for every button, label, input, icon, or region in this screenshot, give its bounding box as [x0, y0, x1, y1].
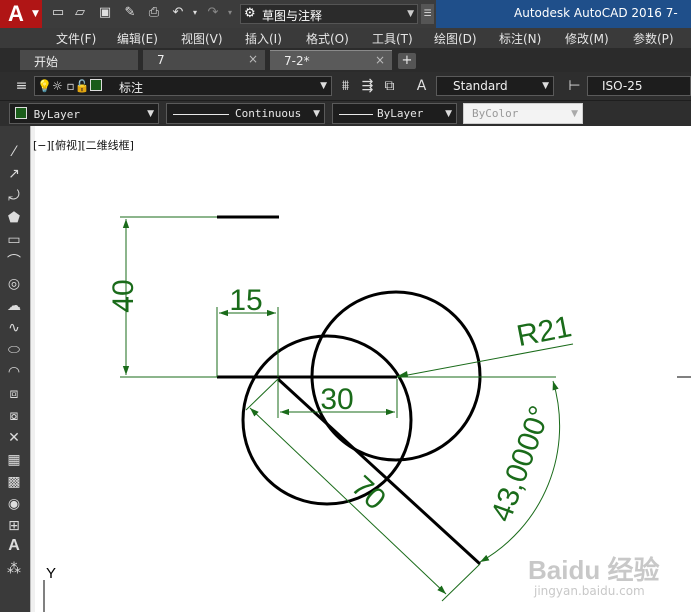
drawing-svg: 40 15 30 70 R21 43,0000° Y	[43, 215, 691, 612]
dim-text-angle: 43,0000°	[485, 402, 557, 526]
dim-text-30: 30	[320, 383, 353, 416]
dim-text-15: 15	[229, 284, 262, 317]
radius-leader	[396, 343, 574, 378]
watermark-brand: Baidu 经验	[528, 555, 660, 585]
dim-text-40: 40	[107, 279, 140, 312]
dim-line-70	[249, 407, 447, 595]
watermark-url: jingyan.baidu.com	[534, 584, 645, 598]
extension-line	[441, 563, 481, 602]
baidu-watermark: Baidu 经验 jingyan.baidu.com	[528, 550, 678, 608]
left-circle	[241, 334, 413, 506]
dim-text-r21: R21	[514, 310, 574, 353]
ucs-y-label: Y	[46, 565, 56, 582]
geometry-diagonal-line	[276, 377, 482, 566]
